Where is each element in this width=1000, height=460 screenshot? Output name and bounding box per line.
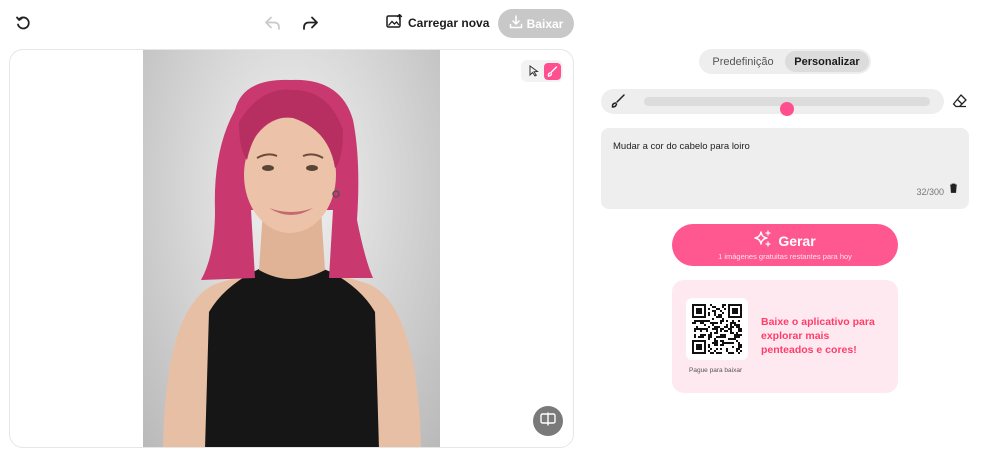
promo-text: Baixe o aplicativo para explorar mais pe… — [761, 316, 875, 356]
undo-icon[interactable] — [9, 9, 37, 37]
qr-code[interactable] — [686, 298, 748, 360]
download-label: Baixar — [526, 16, 564, 31]
generate-main: Gerar — [672, 230, 898, 251]
qr-caption: Pague para baixar — [689, 367, 743, 374]
mode-tabs: Predefinição Personalizar — [699, 49, 871, 74]
upload-new-label: Carregar nova — [408, 16, 490, 30]
tab-personalizar[interactable]: Personalizar — [785, 51, 869, 72]
top-toolbar: Carregar nova Baixar — [0, 0, 1000, 46]
image-canvas[interactable] — [9, 49, 574, 448]
portrait-illustration — [163, 79, 421, 447]
brush-size-icon — [610, 93, 626, 114]
tab-predefinicao[interactable]: Predefinição — [701, 51, 785, 72]
generate-button[interactable]: Gerar 1 imágenes gratuitas restantes par… — [672, 224, 898, 266]
free-images-remaining: 1 imágenes gratuitas restantes para hoy — [718, 252, 852, 261]
brush-size-control — [601, 89, 944, 116]
trash-icon[interactable] — [949, 180, 958, 198]
download-button[interactable]: Baixar — [498, 9, 574, 38]
upload-new-button[interactable]: Carregar nova — [386, 10, 489, 36]
eraser-icon[interactable] — [952, 93, 968, 114]
tool-selector — [521, 60, 563, 82]
cursor-icon[interactable] — [525, 63, 542, 80]
back-arrow-icon[interactable] — [258, 9, 286, 37]
character-counter: 32/300 — [916, 187, 944, 197]
app-promo-card: Pague para baixar Baixe o aplicativo par… — [672, 280, 898, 393]
download-icon — [509, 15, 523, 32]
brush-size-slider[interactable] — [644, 97, 930, 116]
sparkle-icon — [754, 230, 772, 251]
slider-thumb[interactable] — [780, 102, 794, 116]
compare-button[interactable] — [533, 406, 563, 436]
forward-arrow-icon[interactable] — [296, 9, 324, 37]
compare-icon — [540, 412, 556, 431]
prompt-text[interactable]: Mudar a cor do cabelo para loiro — [613, 141, 750, 152]
generate-label: Gerar — [778, 232, 816, 249]
portrait-photo[interactable] — [143, 50, 440, 447]
brush-icon[interactable] — [544, 62, 561, 80]
qr-code-image — [692, 304, 742, 354]
image-upload-icon — [386, 13, 403, 32]
prompt-field[interactable]: Mudar a cor do cabelo para loiro 32/300 — [601, 128, 969, 209]
